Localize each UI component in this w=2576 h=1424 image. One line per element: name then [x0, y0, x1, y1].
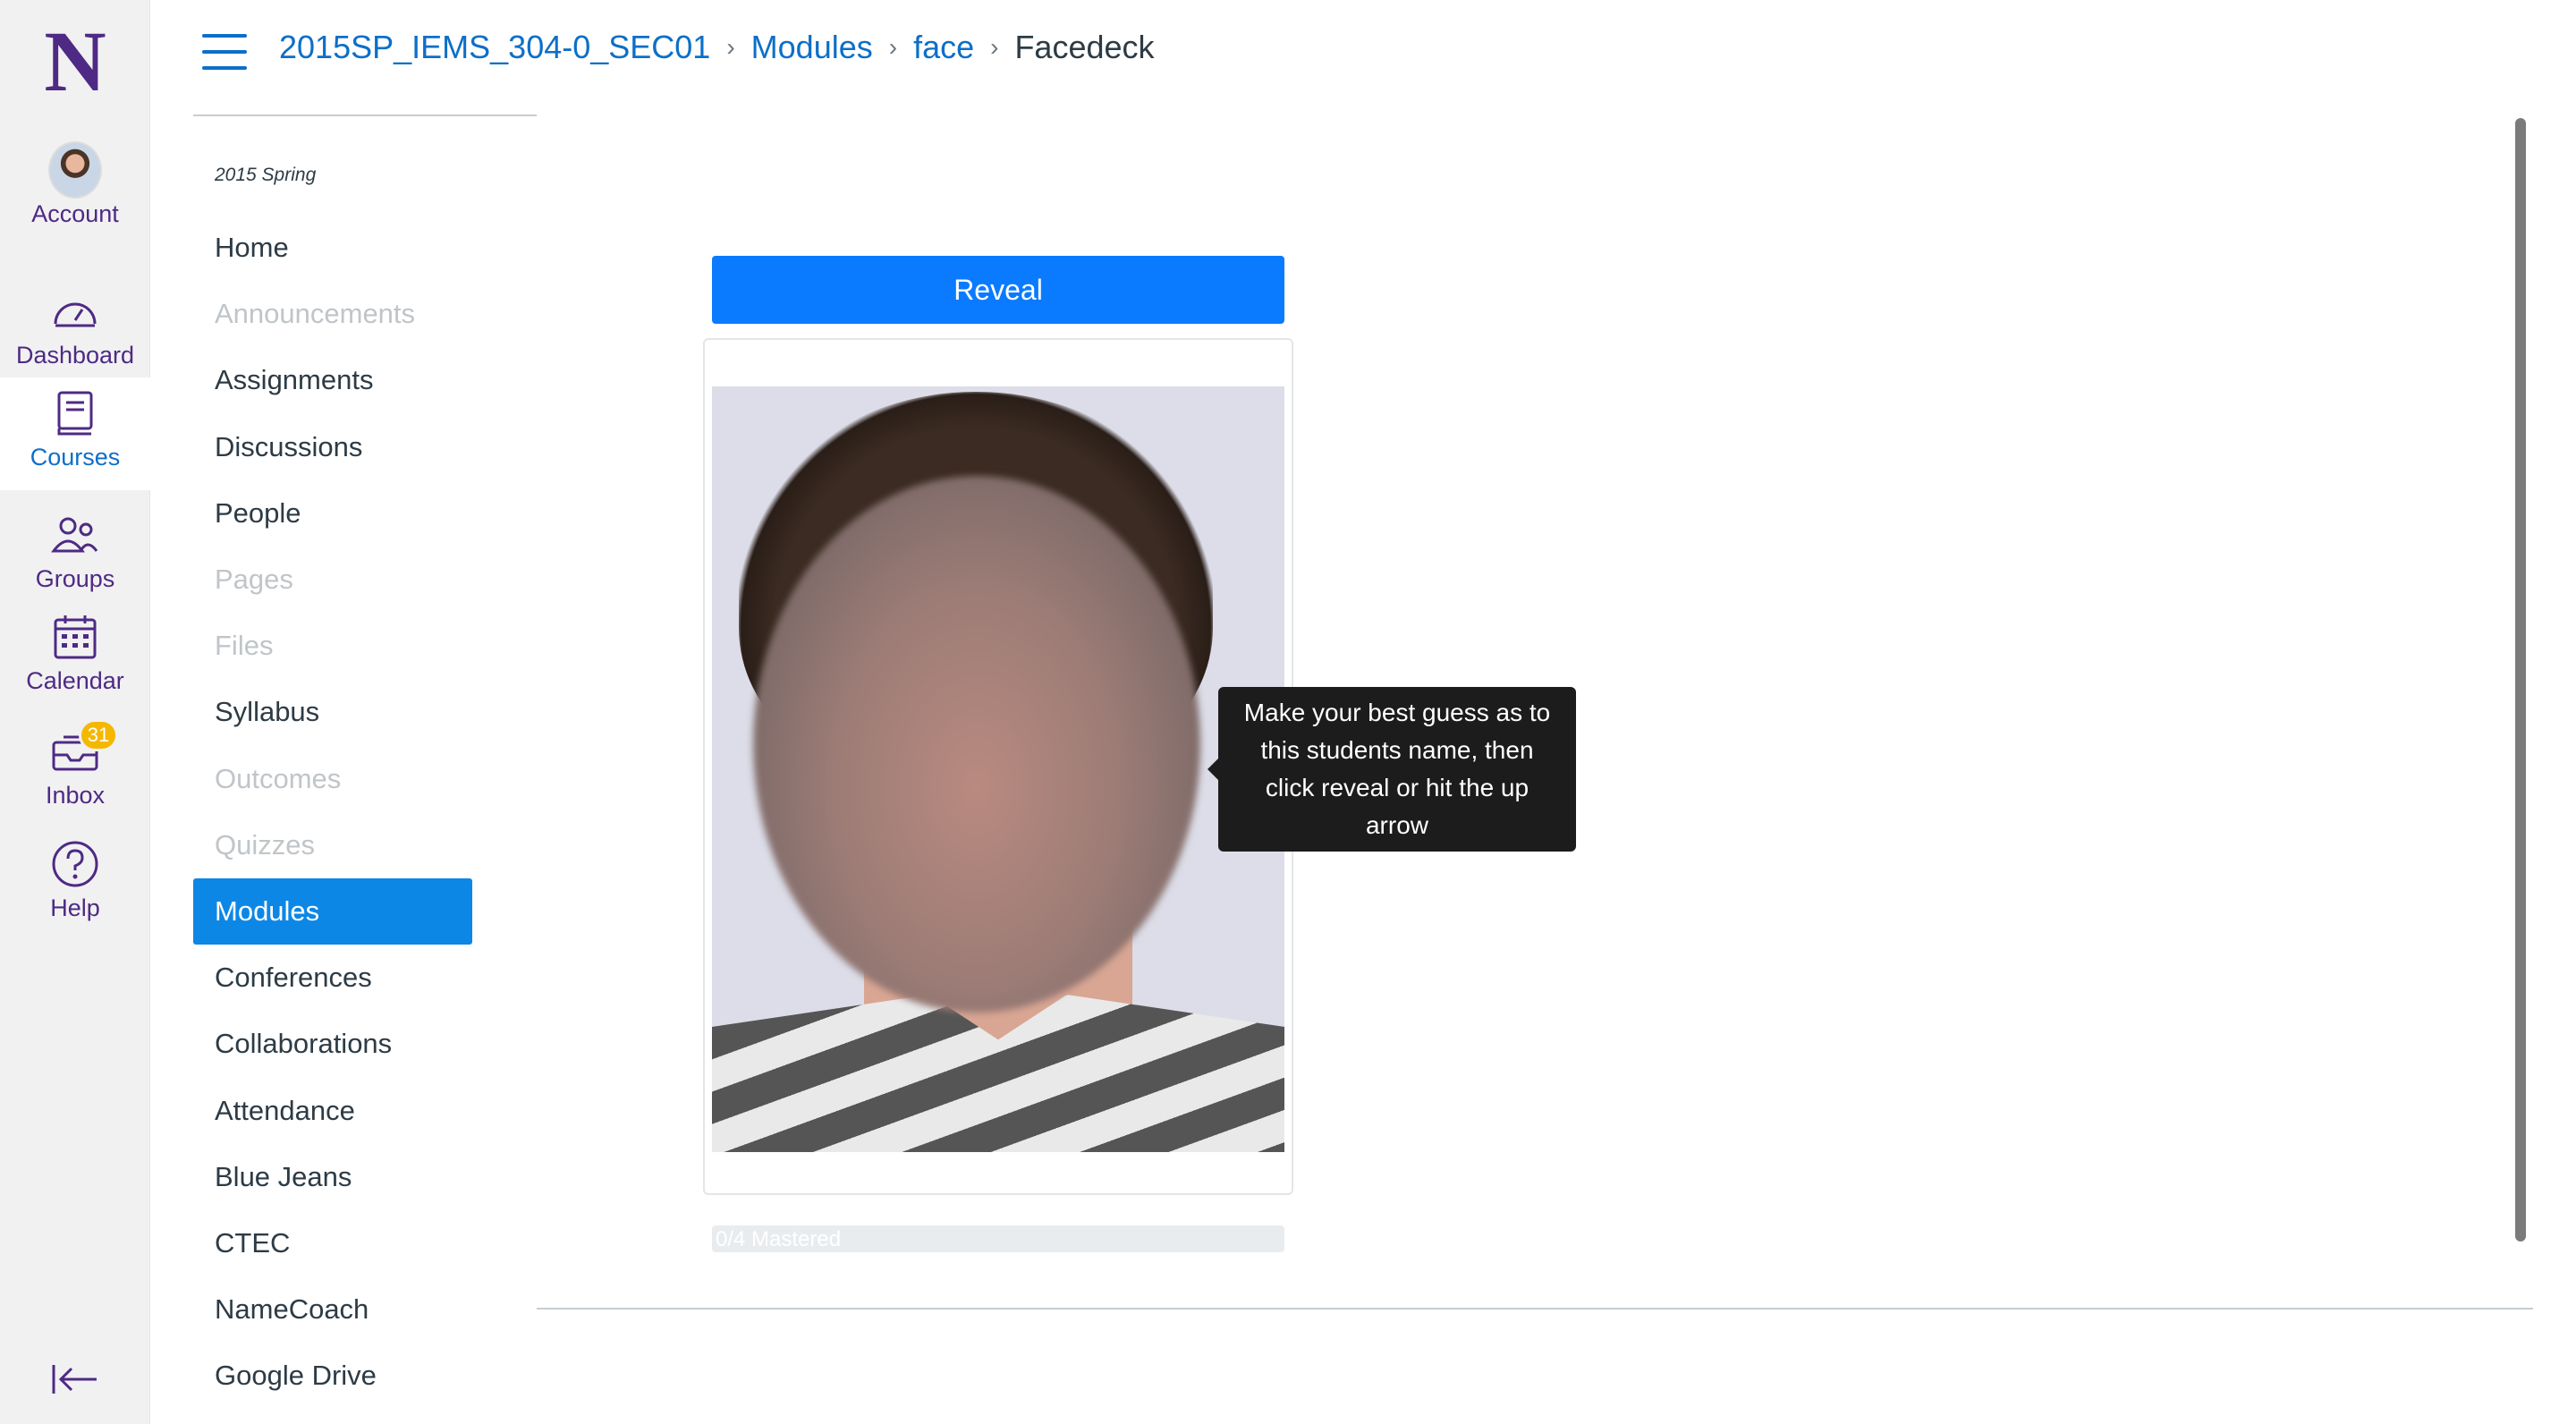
global-nav-dashboard[interactable]: Dashboard — [0, 284, 150, 377]
content-divider — [537, 1308, 2533, 1310]
courses-icon — [48, 386, 102, 440]
global-nav-label: Courses — [30, 444, 121, 470]
reveal-button[interactable]: Reveal — [712, 256, 1284, 324]
course-nav-item-quizzes: Quizzes — [215, 829, 315, 860]
course-nav-item-modules[interactable]: Modules — [193, 878, 472, 945]
help-icon — [48, 837, 102, 891]
inbox-unread-badge: 31 — [79, 719, 118, 751]
student-photo — [712, 386, 1284, 1152]
course-nav-item-files: Files — [215, 630, 274, 661]
page-header: 2015SP_IEMS_304-0_SEC01 › Modules › face… — [150, 0, 2576, 106]
global-nav-label: Inbox — [45, 782, 106, 809]
breadcrumb-current: Facedeck — [1014, 29, 1155, 65]
groups-icon — [48, 508, 102, 562]
global-nav-label: Account — [31, 200, 119, 227]
course-nav-item-pages: Pages — [215, 564, 293, 595]
course-nav-item-blue-jeans[interactable]: Blue Jeans — [193, 1144, 472, 1210]
blurred-face — [753, 476, 1200, 1013]
chevron-right-icon: › — [990, 33, 999, 61]
course-term: 2015 Spring — [215, 165, 317, 185]
course-nav-item-outcomes: Outcomes — [215, 763, 342, 794]
course-nav: 2015 Spring Home Announcements Assignments… — [193, 114, 537, 1391]
course-nav-item-namecoach[interactable]: NameCoach — [193, 1276, 472, 1343]
course-nav-item-google-drive[interactable]: Google Drive — [193, 1343, 472, 1409]
course-nav-item-announcements: Announcements — [215, 298, 416, 329]
dashboard-icon — [48, 284, 102, 338]
global-nav-groups[interactable]: Groups — [0, 508, 150, 601]
global-nav-label: Groups — [35, 565, 115, 592]
global-nav-label: Calendar — [26, 667, 124, 694]
main-content: Reveal Make your best guess as to this s… — [537, 114, 2533, 1310]
course-menu-toggle[interactable] — [202, 34, 247, 70]
collapse-nav-button[interactable] — [47, 1356, 104, 1403]
face-card — [703, 338, 1293, 1195]
course-nav-item-attendance[interactable]: Attendance — [193, 1078, 472, 1144]
global-nav-label: Help — [50, 894, 100, 921]
course-nav-item-assignments[interactable]: Assignments — [193, 347, 472, 413]
global-nav-help[interactable]: Help — [0, 837, 150, 941]
breadcrumb-course-link[interactable]: 2015SP_IEMS_304-0_SEC01 — [279, 29, 710, 66]
breadcrumb-modules-link[interactable]: Modules — [751, 29, 873, 66]
inbox-icon: 31 — [48, 719, 118, 778]
chevron-right-icon: › — [726, 33, 735, 61]
collapse-arrow-icon — [52, 1365, 97, 1394]
avatar — [48, 141, 102, 199]
global-nav-inbox[interactable]: 31 Inbox — [0, 719, 150, 828]
global-nav-calendar[interactable]: Calendar — [0, 610, 150, 714]
instruction-tooltip: Make your best guess as to this students… — [1208, 687, 1576, 852]
course-nav-item-home[interactable]: Home — [193, 215, 472, 281]
global-nav-courses[interactable]: Courses — [0, 377, 150, 490]
course-nav-item-people[interactable]: People — [193, 480, 472, 547]
global-nav: N Account Dashboard Courses Groups Calen… — [0, 0, 150, 1424]
course-nav-item-discussions[interactable]: Discussions — [193, 414, 472, 480]
breadcrumb: 2015SP_IEMS_304-0_SEC01 › Modules › face… — [279, 29, 1155, 66]
calendar-icon — [48, 610, 102, 664]
northwestern-logo[interactable]: N — [0, 13, 150, 109]
course-nav-item-ctec[interactable]: CTEC — [193, 1210, 472, 1276]
course-nav-item-syllabus[interactable]: Syllabus — [193, 679, 472, 745]
global-nav-label: Dashboard — [15, 342, 135, 369]
breadcrumb-face-link[interactable]: face — [913, 29, 974, 66]
progress-label: 0/4 Mastered — [716, 1227, 842, 1251]
course-nav-item-conferences[interactable]: Conferences — [193, 945, 472, 1011]
vertical-scrollbar[interactable] — [2515, 118, 2526, 1242]
chevron-right-icon: › — [888, 33, 898, 61]
mastery-progress-bar: 0/4 Mastered — [712, 1225, 1284, 1252]
global-nav-account[interactable]: Account — [0, 141, 150, 243]
course-nav-item-collaborations[interactable]: Collaborations — [193, 1011, 472, 1077]
